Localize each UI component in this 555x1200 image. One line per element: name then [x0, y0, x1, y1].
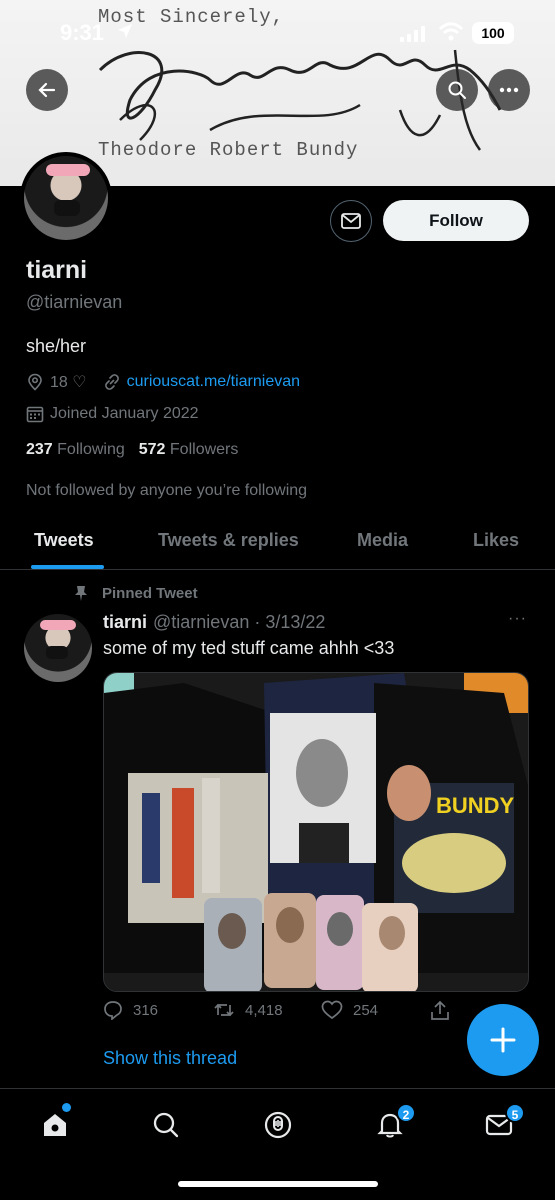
- profile-handle: @tiarnievan: [26, 292, 123, 312]
- tab-media[interactable]: Media: [357, 530, 408, 551]
- profile-link[interactable]: curiouscat.me/tiarnievan: [103, 373, 300, 391]
- followers-link[interactable]: 572 Followers: [139, 441, 239, 459]
- show-thread-link[interactable]: Show this thread: [103, 1048, 237, 1069]
- tab-tweets-replies[interactable]: Tweets & replies: [158, 530, 299, 551]
- location-pin-icon: [28, 373, 42, 391]
- more-options-button[interactable]: [488, 69, 530, 111]
- tweet-author-handle-date: @tiarnievan · 3/13/22: [153, 612, 326, 632]
- compose-tweet-button[interactable]: [467, 1004, 539, 1076]
- location-text: 18 ♡: [50, 374, 87, 391]
- pin-icon: [75, 586, 87, 601]
- avatar-mask: [46, 646, 68, 659]
- plus-icon: [490, 1027, 516, 1053]
- share-action[interactable]: [429, 1000, 451, 1022]
- nav-search[interactable]: [148, 1107, 184, 1143]
- tab-likes[interactable]: Likes: [473, 530, 519, 551]
- wifi-icon: [438, 22, 464, 41]
- like-count: 254: [353, 1001, 379, 1019]
- profile-meta-row: 18 ♡ curiouscat.me/tiarnievan: [26, 371, 316, 393]
- follow-button[interactable]: Follow: [383, 200, 529, 241]
- like-action[interactable]: 254: [321, 1000, 378, 1020]
- reply-action[interactable]: 316: [103, 1000, 158, 1020]
- tweet-text: some of my ted stuff came ahhh <33: [103, 638, 395, 658]
- avatar-ear-headband: [46, 164, 90, 176]
- profile-joined: Joined January 2022: [26, 403, 215, 425]
- profile-bio: she/her: [26, 336, 87, 356]
- calendar-icon: [26, 406, 44, 423]
- follow-counts: 237 Following 572 Followers: [26, 441, 238, 459]
- mail-icon: [341, 213, 361, 229]
- reply-icon: [104, 1001, 122, 1020]
- back-arrow-icon: [38, 82, 56, 98]
- followers-count: 572: [138, 441, 166, 458]
- heart-icon: [321, 1000, 343, 1020]
- pinned-label: Pinned Tweet: [102, 584, 198, 602]
- tweet-header: tiarni @tiarnievan · 3/13/22: [103, 612, 325, 633]
- battery-indicator: 100: [472, 22, 514, 44]
- profile-tabs: Tweets Tweets & replies Media Likes: [0, 518, 555, 570]
- tab-tweets[interactable]: Tweets: [34, 530, 94, 551]
- not-followed-notice: Not followed by anyone you’re following: [26, 482, 308, 499]
- tweet-actions: 316 4,418 254: [103, 1000, 463, 1028]
- messages-badge: 5: [505, 1103, 525, 1123]
- reply-count: 316: [133, 1001, 159, 1019]
- nav-spaces[interactable]: [260, 1107, 296, 1143]
- location-arrow-icon: [118, 24, 132, 38]
- message-button[interactable]: [330, 200, 372, 242]
- share-icon: [431, 1000, 449, 1020]
- more-dots-icon: [499, 87, 519, 93]
- joined-text: Joined January 2022: [50, 405, 199, 422]
- back-button[interactable]: [26, 69, 68, 111]
- tweet-more-button[interactable]: ···: [508, 610, 527, 628]
- banner-typed-name: Theodore Robert Bundy: [98, 139, 359, 161]
- search-icon: [153, 1112, 179, 1138]
- followers-label: Followers: [169, 441, 239, 458]
- tweet-media-image[interactable]: BUNDY: [103, 672, 529, 992]
- tweet-avatar[interactable]: [24, 614, 92, 682]
- merch-photo-graphic: BUNDY: [104, 673, 528, 991]
- following-label: Following: [57, 441, 125, 458]
- search-button[interactable]: [436, 69, 478, 111]
- retweet-count: 4,418: [245, 1001, 283, 1019]
- notifications-badge: 2: [396, 1103, 416, 1123]
- tweet-author-name[interactable]: tiarni: [103, 612, 147, 633]
- link-text[interactable]: curiouscat.me/tiarnievan: [127, 373, 300, 391]
- status-time: 9:31: [60, 20, 105, 45]
- cellular-signal-icon: [400, 26, 425, 42]
- avatar-ear-headband: [40, 620, 76, 630]
- following-link[interactable]: 237 Following: [26, 441, 125, 459]
- profile-name: tiarni: [26, 256, 88, 284]
- status-bar: 9:31 100: [0, 18, 555, 48]
- nav-home[interactable]: [37, 1107, 73, 1143]
- profile-location: 18 ♡: [26, 372, 87, 392]
- spaces-microphone-icon: [264, 1111, 292, 1139]
- pinned-label-row: Pinned Tweet: [72, 584, 198, 602]
- retweet-icon: [214, 1003, 234, 1017]
- home-icon: [44, 1114, 66, 1136]
- bundy-shirt-text: BUNDY: [436, 793, 515, 818]
- following-count: 237: [26, 441, 53, 458]
- link-icon: [104, 374, 119, 390]
- profile-avatar[interactable]: [20, 152, 112, 244]
- retweet-action[interactable]: 4,418: [213, 1000, 283, 1020]
- search-icon: [448, 81, 466, 99]
- active-tab-indicator: [31, 565, 104, 569]
- home-new-indicator: [62, 1103, 71, 1112]
- joined-item: Joined January 2022: [26, 405, 199, 423]
- avatar-mask: [54, 200, 80, 216]
- ios-home-indicator[interactable]: [178, 1181, 378, 1187]
